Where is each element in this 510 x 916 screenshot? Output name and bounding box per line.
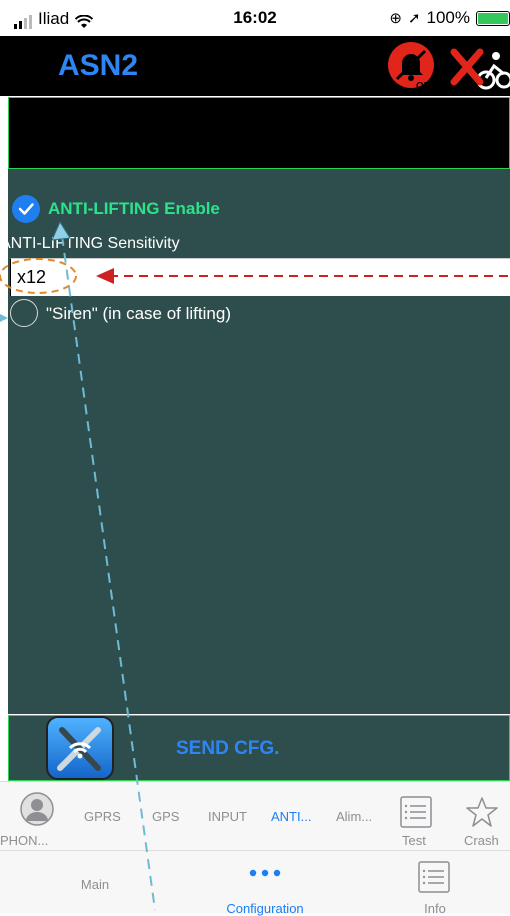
send-cfg-button[interactable]: SEND CFG. bbox=[176, 738, 279, 760]
person-icon bbox=[20, 792, 54, 826]
checkmark-icon bbox=[18, 203, 34, 215]
tab-label: Crash bbox=[464, 833, 499, 848]
info-band bbox=[8, 97, 510, 169]
star-icon bbox=[466, 797, 498, 827]
siren-radio[interactable] bbox=[10, 299, 38, 327]
orientation-lock-icon: ⊕ bbox=[389, 10, 402, 27]
tab-label: Info bbox=[424, 901, 446, 916]
motorcycle-disabled-button[interactable] bbox=[450, 44, 510, 90]
tab-configuration[interactable]: Configuration bbox=[205, 851, 325, 916]
tab-label: Configuration bbox=[226, 901, 304, 916]
tab-crash[interactable]: Crash bbox=[460, 782, 510, 851]
app-title: ASN2 bbox=[58, 49, 139, 82]
status-right: ⊕ ➚ 100% bbox=[389, 8, 510, 28]
tab-label: Test bbox=[402, 833, 426, 848]
location-icon: ➚ bbox=[407, 10, 421, 27]
sensitivity-label: ANTI-LIFTING Sensitivity bbox=[0, 235, 180, 252]
enable-checkbox[interactable] bbox=[12, 195, 40, 223]
alarm-off-badge: OFF bbox=[416, 81, 436, 92]
bottom-tab-bar: Main Configuration Info bbox=[0, 850, 510, 916]
siren-label: "Siren" (in case of lifting) bbox=[46, 304, 231, 323]
more-icon bbox=[249, 869, 281, 877]
wifi-tools-icon[interactable] bbox=[46, 716, 114, 780]
motorcycle-icon bbox=[450, 48, 510, 90]
tab-input[interactable]: INPUT bbox=[208, 809, 247, 824]
status-bar: Iliad 16:02 ⊕ ➚ 100% bbox=[0, 0, 510, 36]
small-pointer-mark bbox=[0, 314, 8, 322]
list-icon bbox=[418, 861, 450, 893]
tab-main[interactable]: Main bbox=[60, 877, 130, 892]
list-icon bbox=[400, 796, 432, 828]
tab-test[interactable]: Test bbox=[396, 782, 442, 851]
battery-icon bbox=[476, 10, 510, 26]
tab-gprs[interactable]: GPRS bbox=[84, 809, 121, 824]
config-tab-strip: PHON... GPRS GPS INPUT ANTI... Alim... T… bbox=[0, 781, 510, 851]
tab-alimentation[interactable]: Alim... bbox=[336, 809, 372, 824]
tab-label: PHON... bbox=[0, 833, 49, 848]
phone-tab[interactable]: PHON... bbox=[0, 782, 70, 851]
alarm-off-button[interactable]: OFF bbox=[388, 42, 436, 92]
sensitivity-input[interactable] bbox=[10, 258, 510, 296]
enable-label: ANTI-LIFTING Enable bbox=[48, 199, 220, 218]
battery-percent: 100% bbox=[426, 8, 470, 27]
tab-anti-lifting[interactable]: ANTI... bbox=[271, 809, 311, 824]
tab-info[interactable]: Info bbox=[405, 851, 465, 916]
tab-gps[interactable]: GPS bbox=[152, 809, 179, 824]
